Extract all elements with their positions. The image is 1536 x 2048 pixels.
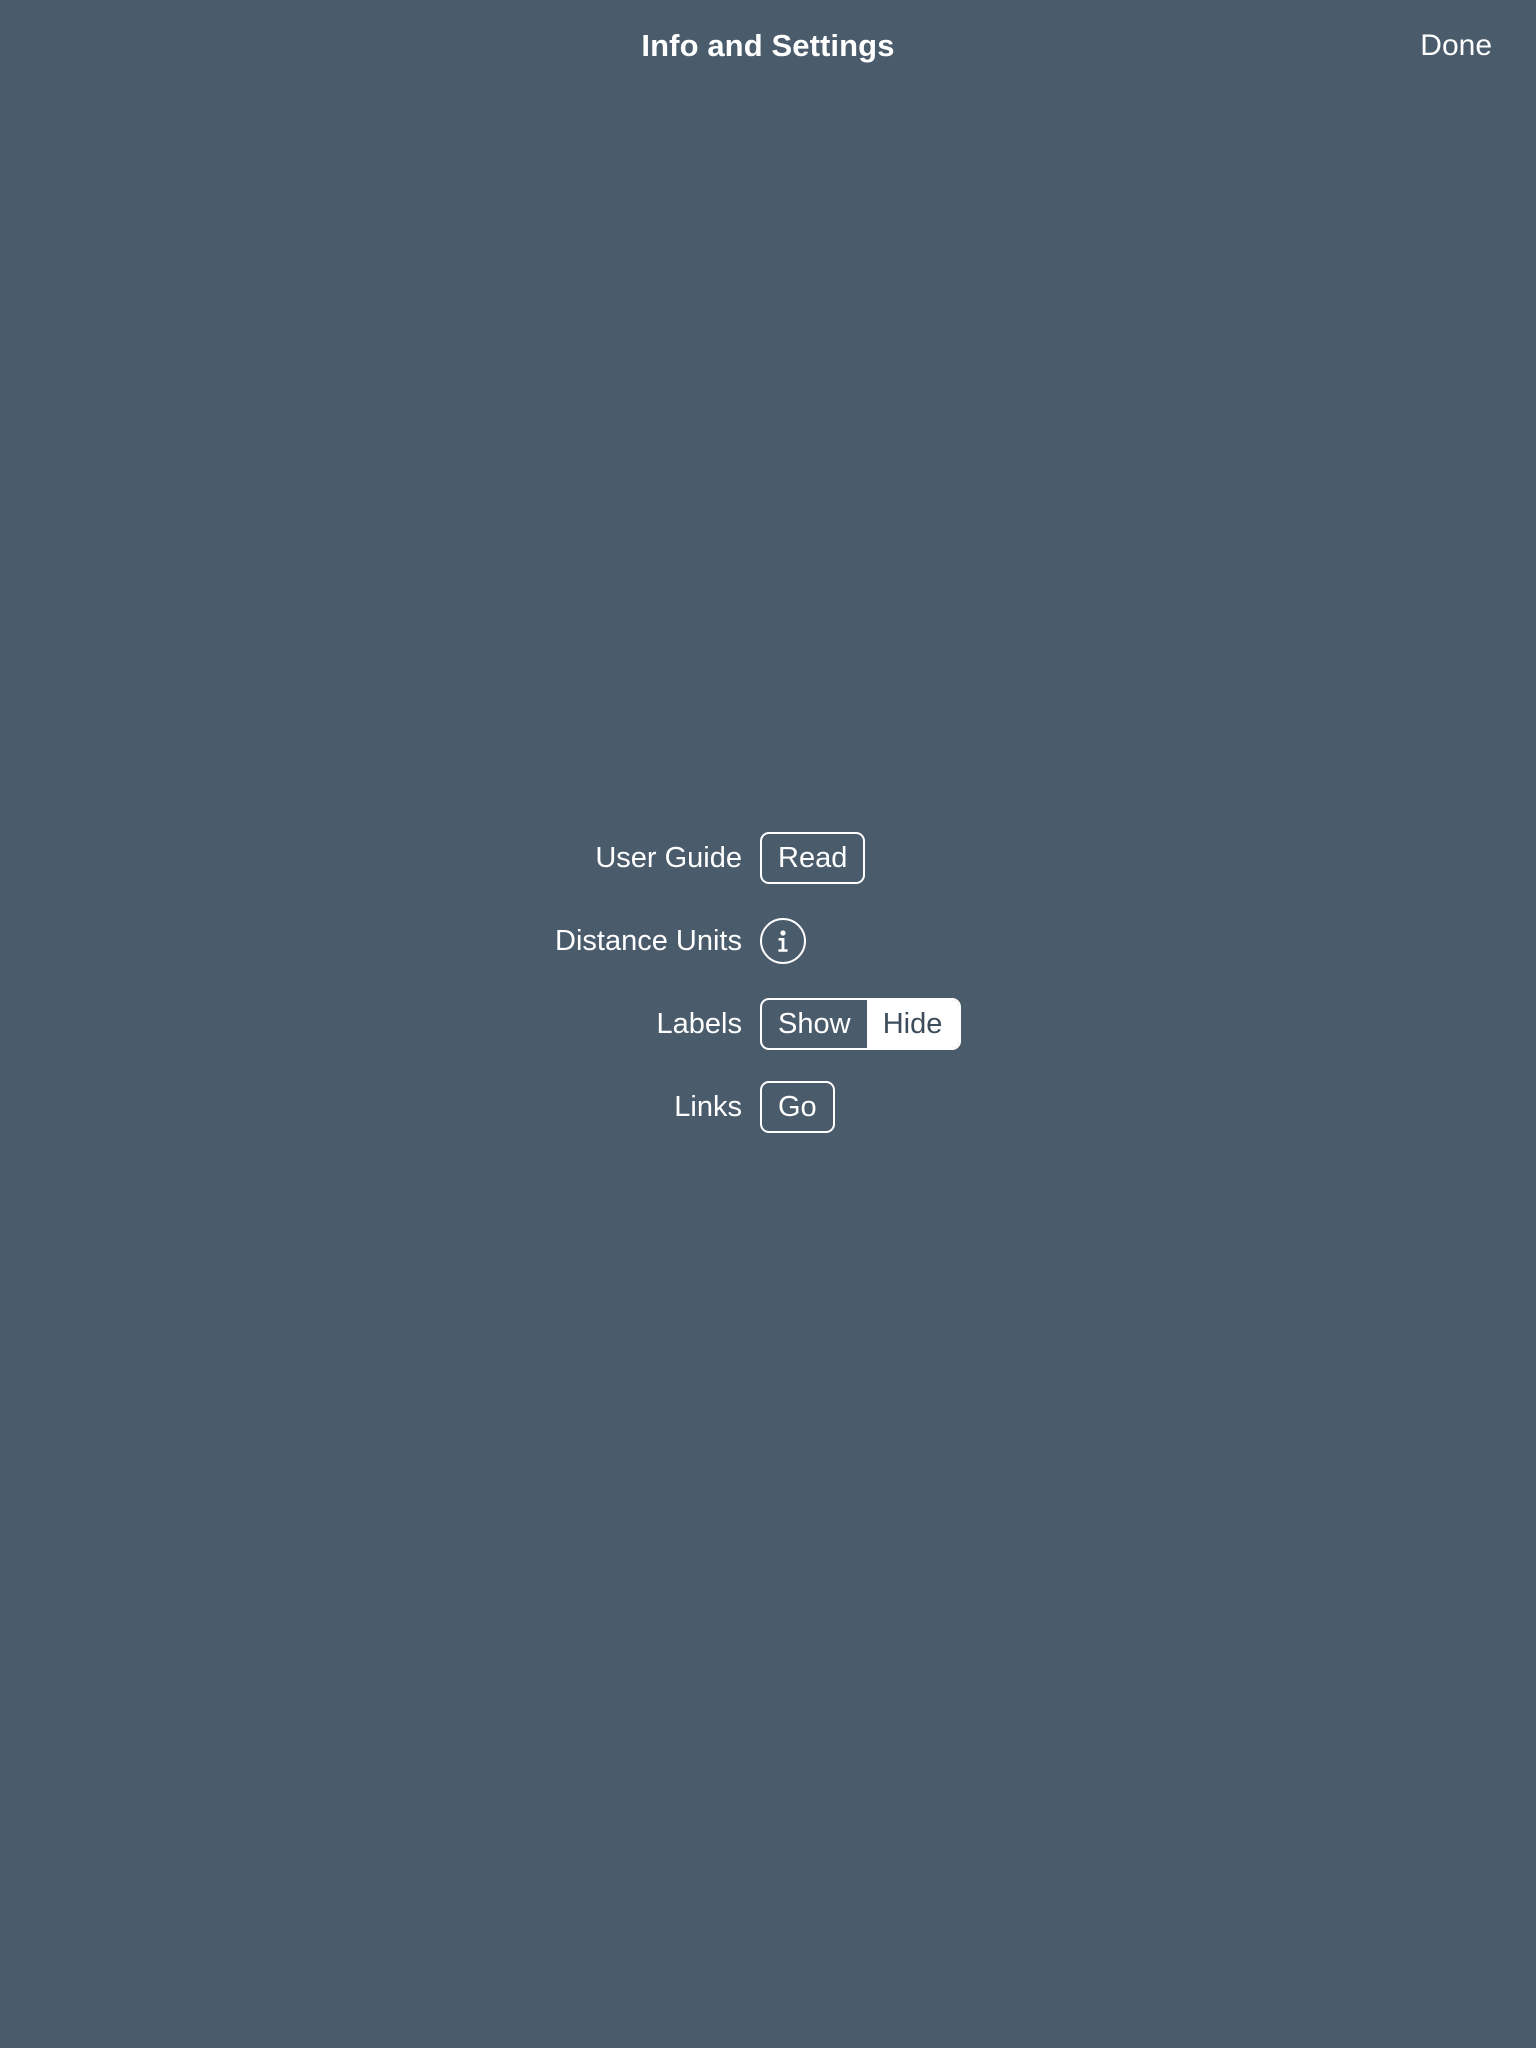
go-links-button[interactable]: Go bbox=[760, 1081, 835, 1133]
settings-label-labels: Labels bbox=[656, 1008, 742, 1040]
title-bar: Info and Settings Done bbox=[0, 0, 1536, 92]
settings-label-links: Links bbox=[674, 1091, 742, 1123]
settings-row-links: Links Go bbox=[0, 1081, 1536, 1133]
labels-segment-hide[interactable]: Hide bbox=[866, 1000, 959, 1048]
distance-units-info-button[interactable] bbox=[760, 918, 806, 964]
settings-row-distance-units: Distance Units bbox=[0, 915, 1536, 967]
settings-row-user-guide: User Guide Read bbox=[0, 832, 1536, 884]
settings-list: User Guide Read Distance Units Labels Sh… bbox=[0, 832, 1536, 1133]
labels-segmented-control[interactable]: Show Hide bbox=[760, 998, 961, 1050]
labels-segment-show[interactable]: Show bbox=[762, 1000, 867, 1048]
settings-row-labels: Labels Show Hide bbox=[0, 998, 1536, 1050]
read-user-guide-button[interactable]: Read bbox=[760, 832, 866, 884]
done-button[interactable]: Done bbox=[1396, 0, 1536, 92]
page-title: Info and Settings bbox=[641, 28, 895, 63]
settings-control-user-guide: Read bbox=[760, 832, 866, 884]
settings-control-labels: Show Hide bbox=[760, 998, 961, 1050]
settings-label-distance-units: Distance Units bbox=[555, 925, 742, 957]
info-circle-icon bbox=[770, 926, 796, 956]
settings-control-links: Go bbox=[760, 1081, 835, 1133]
settings-control-distance-units bbox=[760, 918, 806, 964]
settings-label-user-guide: User Guide bbox=[595, 842, 742, 874]
